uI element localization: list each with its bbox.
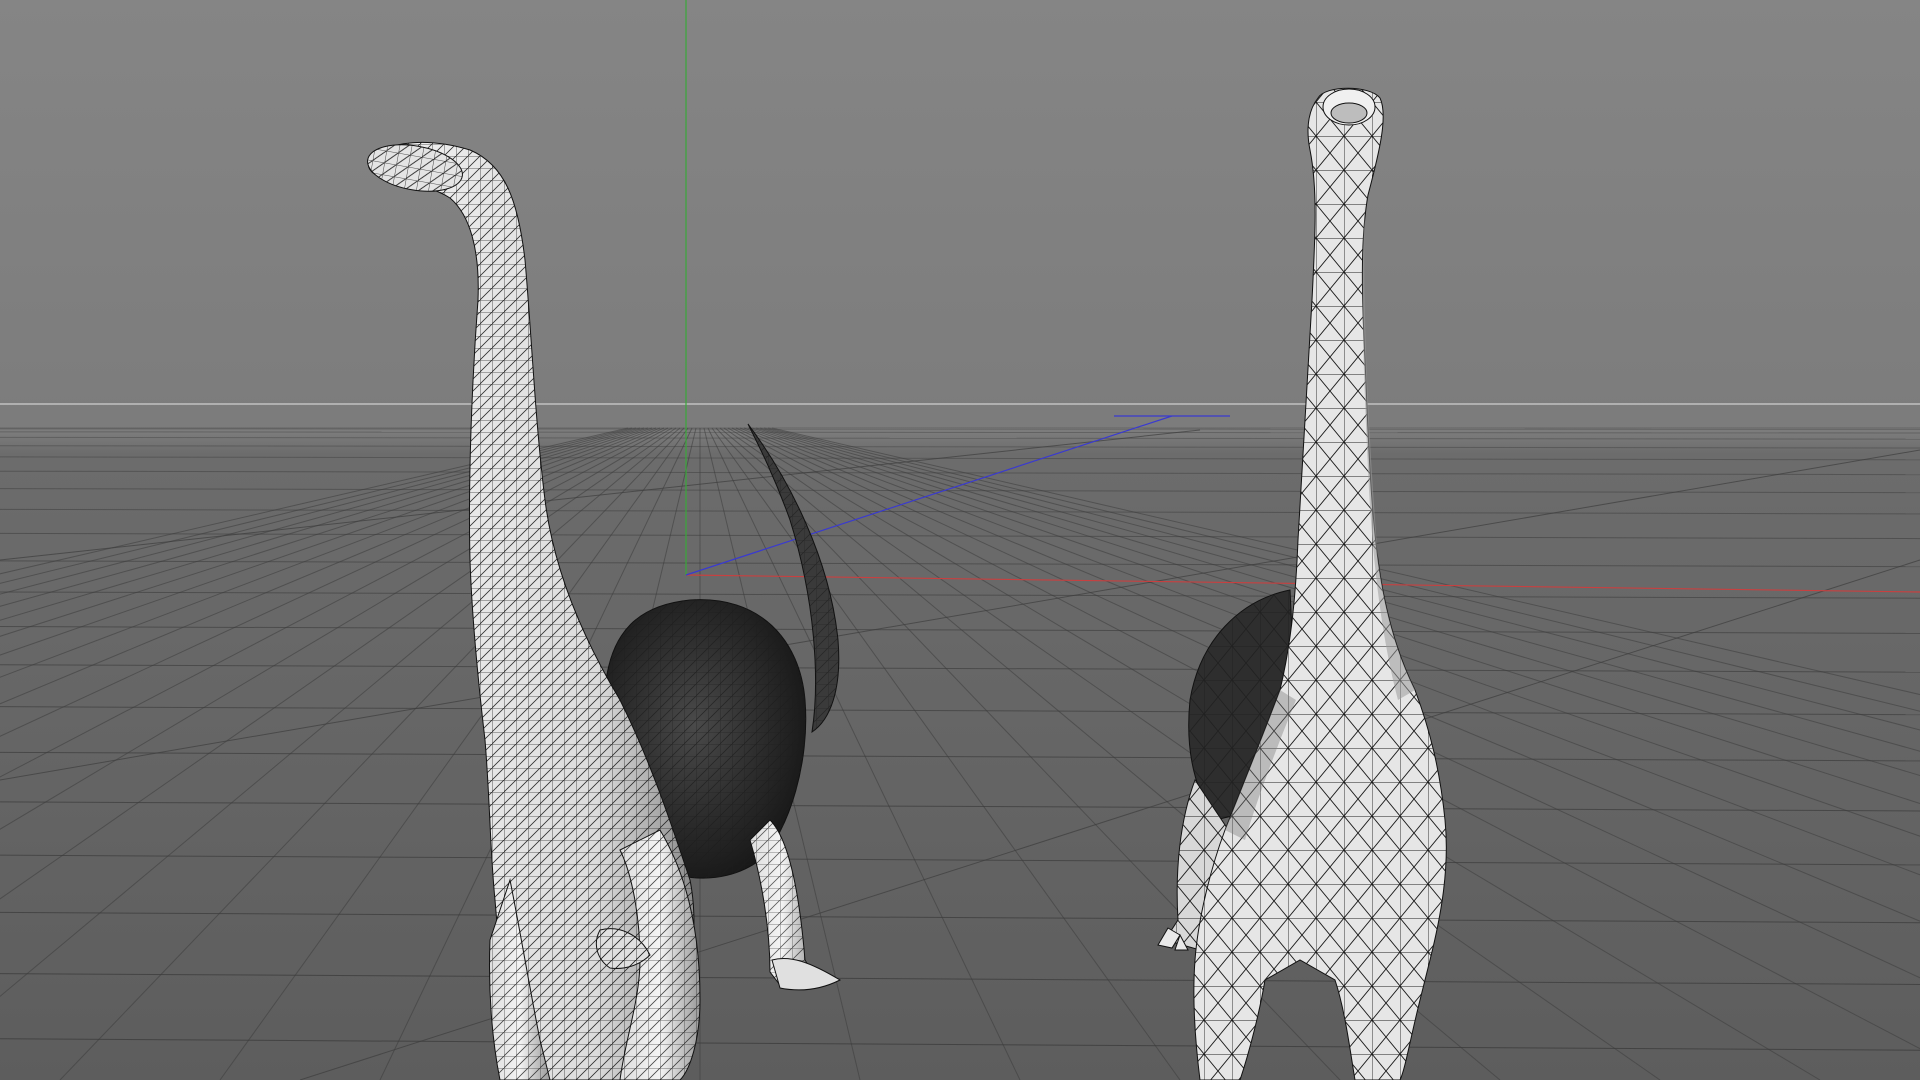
grid-row-line [0, 428, 1920, 430]
3d-viewport[interactable] [0, 0, 1920, 1080]
viewport-canvas[interactable] [0, 0, 1920, 1080]
